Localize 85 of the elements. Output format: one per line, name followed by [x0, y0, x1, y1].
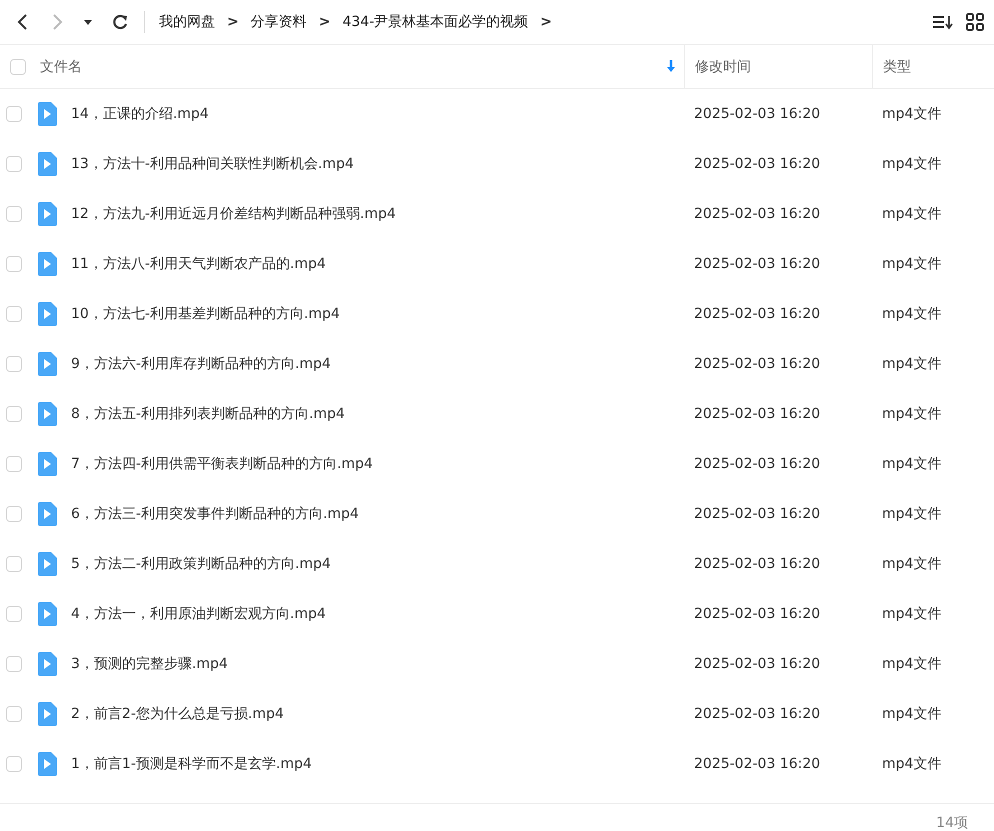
video-file-icon — [37, 552, 57, 576]
file-type: mp4文件 — [882, 256, 942, 272]
row-checkbox[interactable] — [6, 406, 22, 422]
video-file-icon — [37, 302, 57, 326]
modified-time: 2025-02-03 16:20 — [694, 506, 820, 522]
sort-icon[interactable] — [932, 13, 954, 31]
row-checkbox[interactable] — [6, 556, 22, 572]
file-name[interactable]: 13，方法十-利用品种间关联性判断机会.mp4 — [71, 155, 354, 173]
file-type: mp4文件 — [882, 706, 942, 722]
file-type: mp4文件 — [882, 106, 942, 122]
file-name[interactable]: 3，预测的完整步骤.mp4 — [71, 655, 228, 673]
file-name[interactable]: 2，前言2-您为什么总是亏损.mp4 — [71, 705, 284, 723]
grid-view-icon[interactable] — [966, 13, 984, 31]
row-checkbox[interactable] — [6, 506, 22, 522]
modified-time: 2025-02-03 16:20 — [694, 556, 820, 572]
video-file-icon — [37, 352, 57, 376]
file-name[interactable]: 1，前言1-预测是科学而不是玄学.mp4 — [71, 755, 312, 773]
row-checkbox[interactable] — [6, 106, 22, 122]
breadcrumb-item[interactable]: 434-尹景林基本面必学的视频 — [342, 13, 528, 31]
video-file-icon — [37, 252, 57, 276]
modified-time: 2025-02-03 16:20 — [694, 256, 820, 272]
select-all-checkbox[interactable] — [10, 58, 26, 74]
video-file-icon — [37, 602, 57, 626]
row-checkbox[interactable] — [6, 706, 22, 722]
file-type: mp4文件 — [882, 456, 942, 472]
modified-time: 2025-02-03 16:20 — [694, 306, 820, 322]
file-name[interactable]: 6，方法三-利用突发事件判断品种的方向.mp4 — [71, 505, 359, 523]
file-type: mp4文件 — [882, 656, 942, 672]
breadcrumb-item[interactable]: 分享资料 — [250, 13, 307, 31]
modified-time: 2025-02-03 16:20 — [694, 356, 820, 372]
modified-time: 2025-02-03 16:20 — [694, 206, 820, 222]
row-checkbox[interactable] — [6, 306, 22, 322]
file-type: mp4文件 — [882, 406, 942, 422]
file-type: mp4文件 — [882, 306, 942, 322]
modified-time: 2025-02-03 16:20 — [694, 606, 820, 622]
column-header[interactable]: 修改时间 — [695, 58, 751, 76]
breadcrumb-item[interactable]: 我的网盘 — [159, 13, 215, 31]
file-name[interactable]: 5，方法二-利用政策判断品种的方向.mp4 — [71, 555, 331, 573]
row-checkbox[interactable] — [6, 156, 22, 172]
row-checkbox[interactable] — [6, 456, 22, 472]
video-file-icon — [37, 452, 57, 476]
file-type: mp4文件 — [882, 556, 942, 572]
file-type: mp4文件 — [882, 606, 942, 622]
modified-time: 2025-02-03 16:20 — [694, 106, 820, 122]
file-type: mp4文件 — [882, 156, 942, 172]
file-type: mp4文件 — [882, 756, 942, 772]
file-name[interactable]: 4，方法一，利用原油判断宏观方向.mp4 — [71, 605, 326, 623]
row-checkbox[interactable] — [6, 756, 22, 772]
column-header[interactable]: 文件名 — [40, 58, 82, 76]
file-type: mp4文件 — [882, 356, 942, 372]
video-file-icon — [37, 152, 57, 176]
item-count: 14项 — [936, 814, 968, 831]
video-file-icon — [37, 202, 57, 226]
file-name[interactable]: 11，方法八-利用天气判断农产品的.mp4 — [71, 255, 326, 273]
file-name[interactable]: 14，正课的介绍.mp4 — [71, 105, 209, 123]
breadcrumb-separator: > — [540, 14, 552, 30]
modified-time: 2025-02-03 16:20 — [694, 756, 820, 772]
file-name[interactable]: 8，方法五-利用排列表判断品种的方向.mp4 — [71, 405, 345, 423]
video-file-icon — [37, 702, 57, 726]
modified-time: 2025-02-03 16:20 — [694, 456, 820, 472]
row-checkbox[interactable] — [6, 206, 22, 222]
file-name[interactable]: 12，方法九-利用近远月价差结构判断品种强弱.mp4 — [71, 205, 396, 223]
modified-time: 2025-02-03 16:20 — [694, 706, 820, 722]
video-file-icon — [37, 402, 57, 426]
modified-time: 2025-02-03 16:20 — [694, 406, 820, 422]
file-type: mp4文件 — [882, 506, 942, 522]
row-checkbox[interactable] — [6, 356, 22, 372]
video-file-icon — [37, 102, 57, 126]
column-header[interactable]: 类型 — [883, 58, 911, 76]
video-file-icon — [37, 752, 57, 776]
modified-time: 2025-02-03 16:20 — [694, 656, 820, 672]
modified-time: 2025-02-03 16:20 — [694, 156, 820, 172]
file-name[interactable]: 7，方法四-利用供需平衡表判断品种的方向.mp4 — [71, 455, 373, 473]
breadcrumb-separator: > — [227, 14, 239, 30]
video-file-icon — [37, 502, 57, 526]
file-type: mp4文件 — [882, 206, 942, 222]
row-checkbox[interactable] — [6, 606, 22, 622]
row-checkbox[interactable] — [6, 656, 22, 672]
video-file-icon — [37, 652, 57, 676]
refresh-icon[interactable] — [111, 12, 129, 32]
file-name[interactable]: 9，方法六-利用库存判断品种的方向.mp4 — [71, 355, 331, 373]
breadcrumb-separator: > — [318, 14, 330, 30]
sort-arrow-icon — [666, 59, 676, 73]
file-name[interactable]: 10，方法七-利用基差判断品种的方向.mp4 — [71, 305, 340, 323]
row-checkbox[interactable] — [6, 256, 22, 272]
